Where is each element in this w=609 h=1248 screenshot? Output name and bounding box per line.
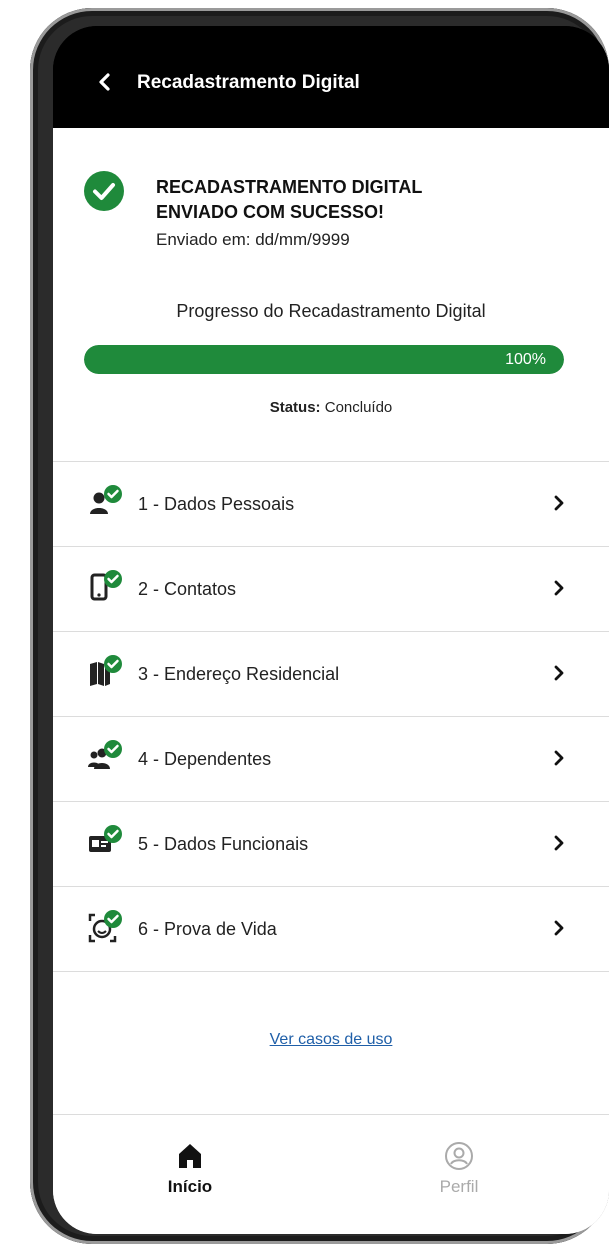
step-item-contatos[interactable]: 2 - Contatos — [53, 547, 609, 632]
use-cases-link[interactable]: Ver casos de uso — [53, 1031, 609, 1049]
step-label: 1 - Dados Pessoais — [138, 494, 295, 514]
phone-check-icon — [90, 570, 122, 601]
success-title-line1: RECADASTRAMENTO DIGITAL — [156, 177, 423, 197]
status-label: Status: — [269, 399, 321, 416]
people-check-icon — [88, 740, 122, 769]
step-label: 3 - Endereço Residencial — [138, 664, 340, 684]
step-item-prova-de-vida[interactable]: 6 - Prova de Vida — [53, 887, 609, 972]
person-check-icon — [90, 485, 122, 514]
check-circle-icon — [84, 171, 124, 211]
progress-label: Progresso do Recadastramento Digital — [176, 301, 486, 321]
map-check-icon — [90, 655, 122, 686]
screen: Recadastramento Digital RECADASTRAMENTO … — [53, 26, 609, 1234]
app-header: Recadastramento Digital — [53, 26, 609, 128]
status-value: Concluído — [324, 399, 393, 416]
step-item-dependentes[interactable]: 4 - Dependentes — [53, 717, 609, 802]
home-icon — [179, 1144, 201, 1168]
nav-profile[interactable]: Perfil — [404, 1141, 514, 1197]
back-button[interactable] — [93, 70, 117, 94]
step-label: 4 - Dependentes — [138, 749, 272, 769]
nav-home-label: Início — [167, 1177, 213, 1196]
chevron-left-icon — [99, 73, 110, 91]
progress-bar: 100% — [84, 345, 564, 374]
main-content: RECADASTRAMENTO DIGITAL ENVIADO COM SUCE… — [53, 128, 609, 1234]
success-title-line2: ENVIADO COM SUCESSO! — [156, 202, 385, 222]
chevron-right-icon — [554, 835, 564, 851]
step-label: 2 - Contatos — [138, 579, 237, 599]
step-item-dados-pessoais[interactable]: 1 - Dados Pessoais — [53, 462, 609, 547]
sent-date: Enviado em: dd/mm/9999 — [156, 230, 350, 249]
nav-profile-label: Perfil — [439, 1177, 479, 1196]
success-title: RECADASTRAMENTO DIGITAL ENVIADO COM SUCE… — [156, 175, 556, 225]
chevron-right-icon — [554, 665, 564, 681]
step-label: 5 - Dados Funcionais — [138, 834, 309, 854]
face-scan-check-icon — [88, 910, 122, 943]
bottom-nav: Início Perfil — [53, 1114, 609, 1234]
step-item-endereco-residencial[interactable]: 3 - Endereço Residencial — [53, 632, 609, 717]
step-item-dados-funcionais[interactable]: 5 - Dados Funcionais — [53, 802, 609, 887]
status-line: Status: Concluído — [53, 399, 609, 416]
progress-fill — [84, 345, 564, 374]
badge-check-icon — [89, 825, 122, 852]
user-circle-icon — [445, 1142, 473, 1170]
chevron-right-icon — [554, 920, 564, 936]
page-title: Recadastramento Digital — [137, 72, 360, 93]
nav-home[interactable]: Início — [135, 1141, 245, 1197]
chevron-right-icon — [554, 580, 564, 596]
chevron-right-icon — [554, 495, 564, 511]
step-label: 6 - Prova de Vida — [138, 919, 277, 939]
steps-list: 1 - Dados Pessoais 2 - Contatos 3 - Ende… — [53, 461, 609, 972]
chevron-right-icon — [554, 750, 564, 766]
progress-percent: 100% — [505, 351, 546, 368]
